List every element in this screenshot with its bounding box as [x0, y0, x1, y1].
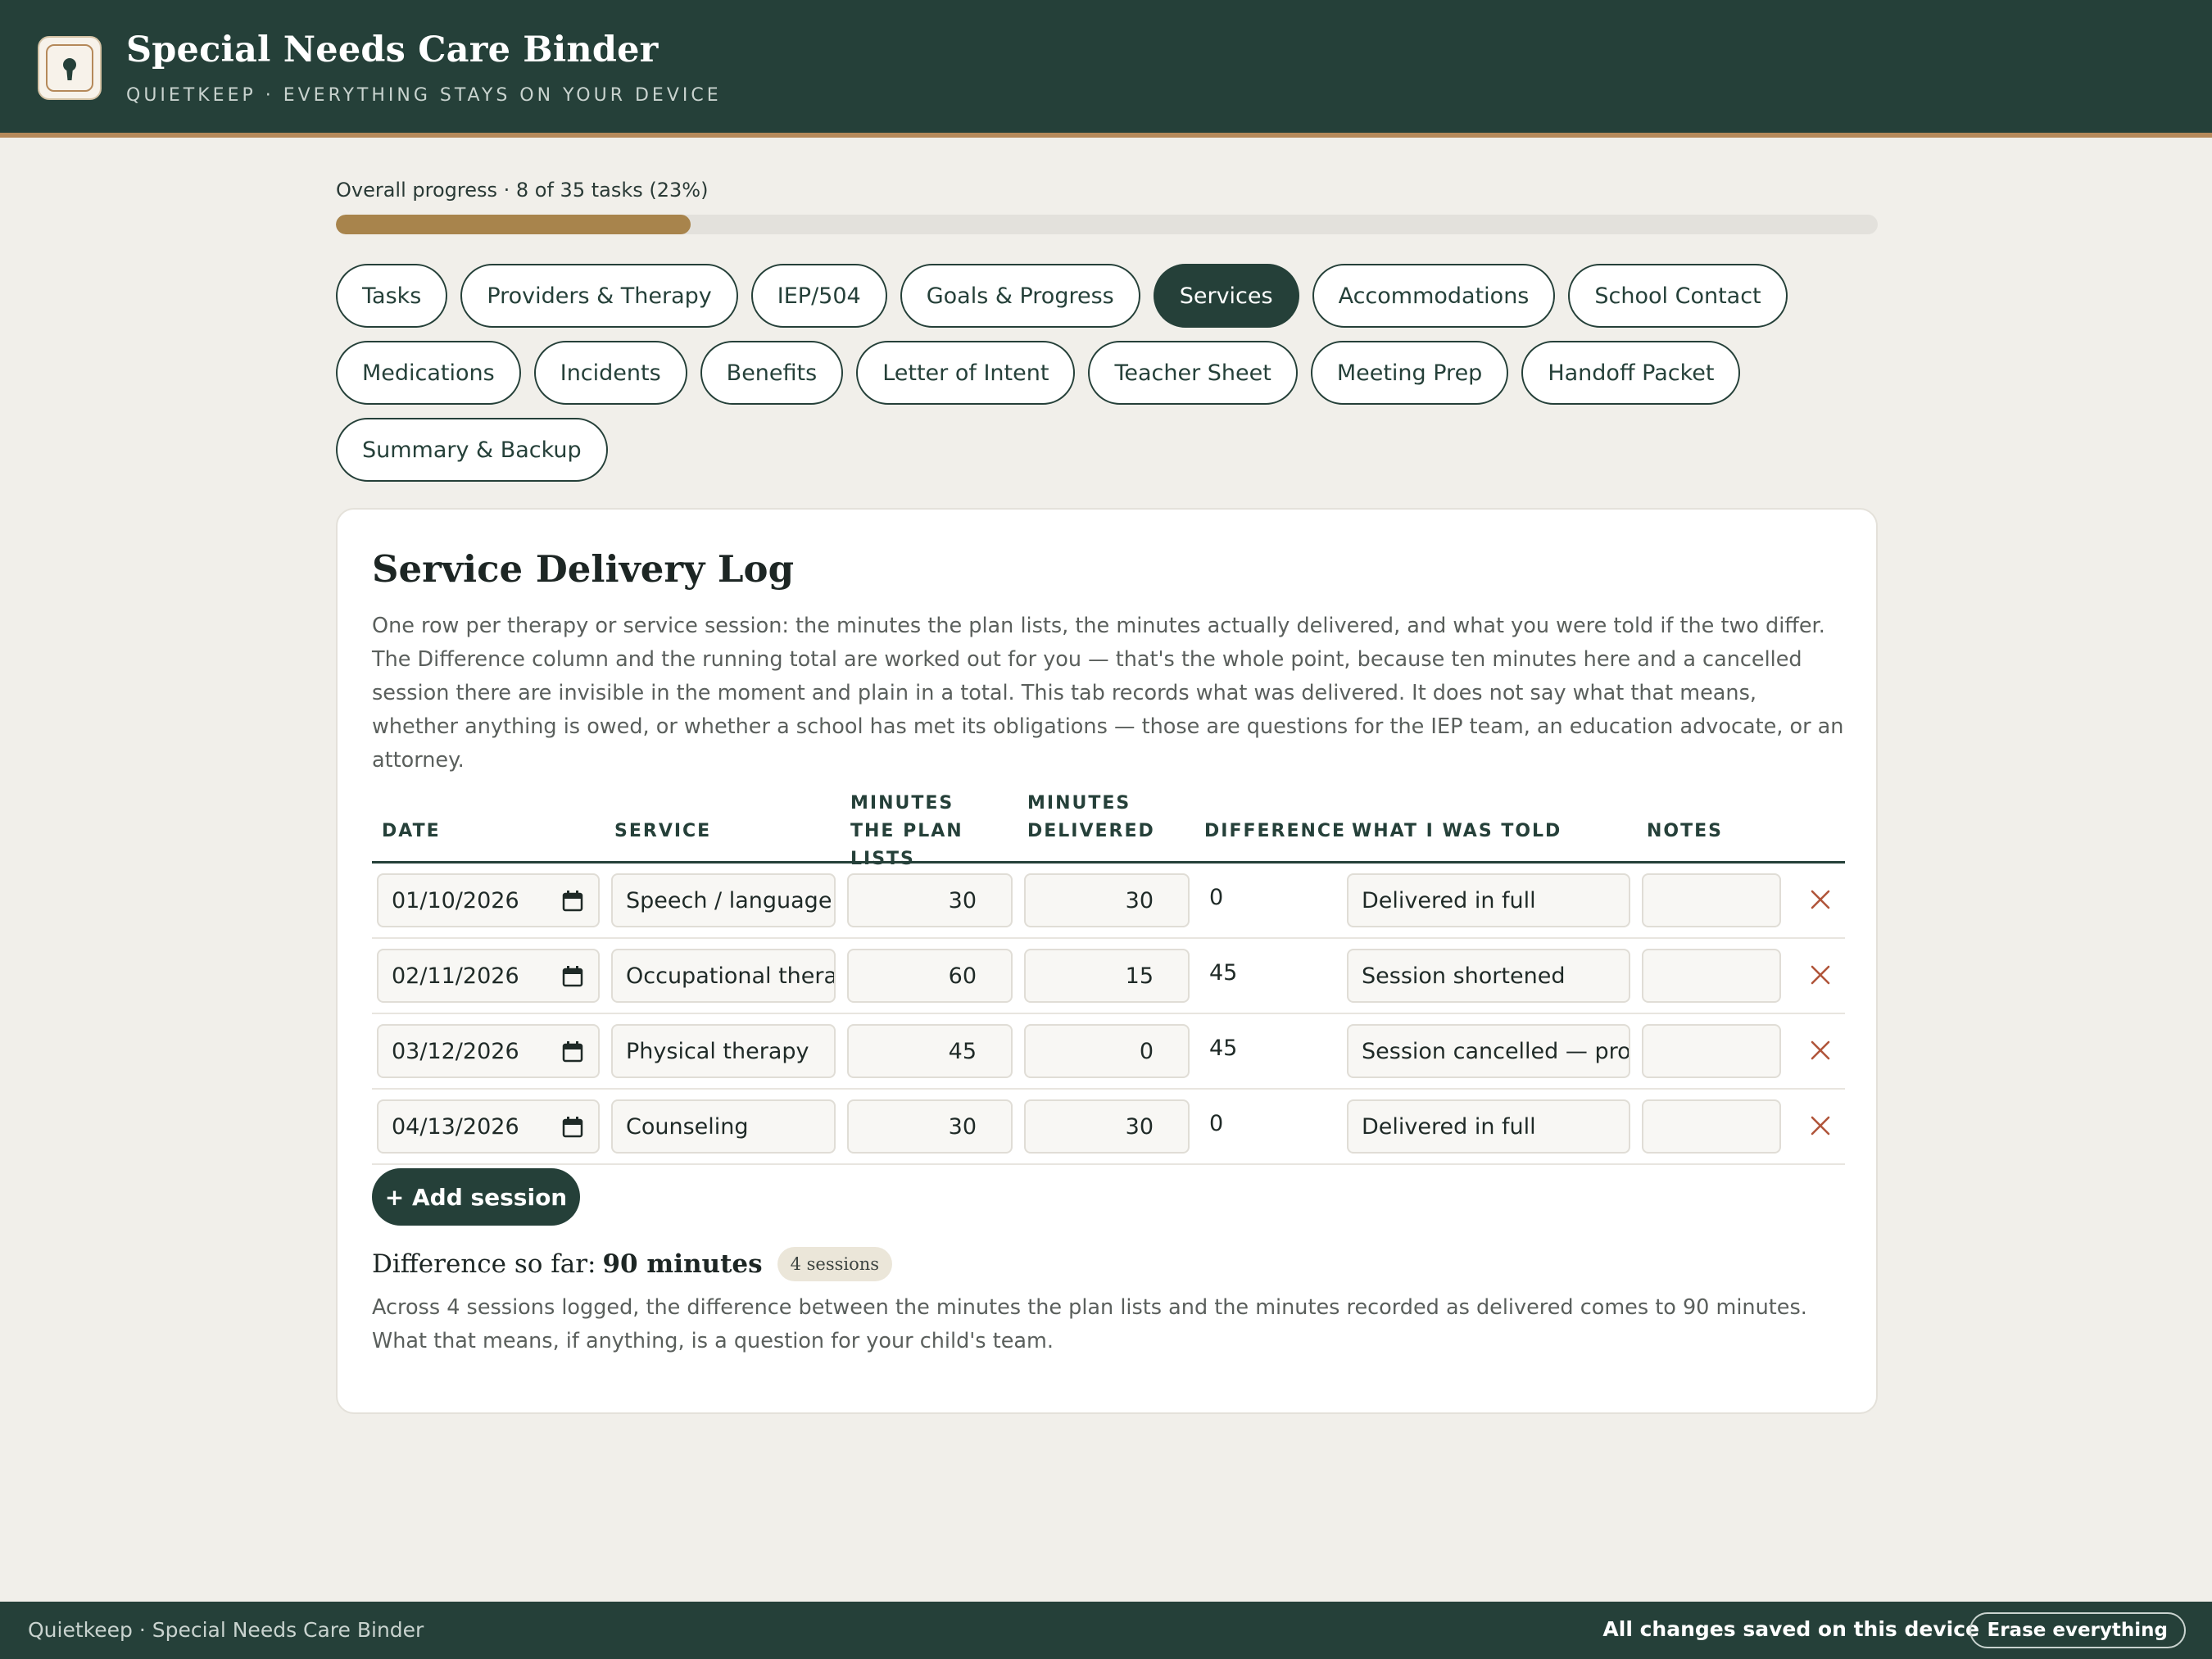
- date-value: 04/13/2026: [392, 1113, 519, 1140]
- add-session-button[interactable]: + Add session: [372, 1168, 580, 1226]
- header-delivered-minutes: Minutes delivered: [1027, 793, 1155, 841]
- notes-input[interactable]: [1642, 949, 1781, 1003]
- difference-total-description: Across 4 sessions logged, the difference…: [372, 1295, 1807, 1353]
- calendar-icon[interactable]: [562, 1116, 583, 1139]
- date-input[interactable]: 04/13/2026: [377, 1099, 600, 1154]
- tab-incidents[interactable]: Incidents: [533, 341, 687, 405]
- progress-bar-fill: [336, 215, 691, 234]
- table-row: 01/10/2026 Speech / language 30 30 0 Del…: [372, 863, 1845, 939]
- difference-value: 45: [1209, 1036, 1238, 1061]
- date-value: 03/12/2026: [392, 1038, 519, 1064]
- progress-bar: [336, 215, 1878, 234]
- section-description: One row per therapy or service session: …: [372, 614, 1844, 773]
- date-value: 02/11/2026: [392, 963, 519, 989]
- delete-row-button[interactable]: [1804, 959, 1837, 991]
- difference-value: 45: [1209, 960, 1238, 986]
- app-footer: Quietkeep · Special Needs Care Binder Al…: [0, 1602, 2212, 1659]
- close-icon: [1811, 1116, 1830, 1135]
- service-log-card: Service Delivery Log One row per therapy…: [336, 508, 1878, 1414]
- app-title: Special Needs Care Binder: [126, 29, 659, 70]
- table-row: 04/13/2026 Counseling 30 30 0 Delivered …: [372, 1090, 1845, 1165]
- delivered-minutes-input[interactable]: 30: [1024, 1099, 1190, 1154]
- tab-school-contact[interactable]: School Contact: [1568, 264, 1788, 328]
- header-notes: Notes: [1647, 821, 1723, 841]
- tab-bar: Tasks Providers & Therapy IEP/504 Goals …: [336, 264, 1892, 482]
- difference-value: 0: [1209, 885, 1224, 910]
- close-icon: [1811, 965, 1830, 985]
- date-input[interactable]: 03/12/2026: [377, 1024, 600, 1078]
- progress-label: Overall progress · 8 of 35 tasks (23%): [336, 179, 709, 202]
- tab-tasks[interactable]: Tasks: [336, 264, 448, 328]
- service-input[interactable]: Physical therapy: [611, 1024, 836, 1078]
- plan-minutes-input[interactable]: 45: [847, 1024, 1013, 1078]
- delivered-minutes-input[interactable]: 0: [1024, 1024, 1190, 1078]
- delete-row-button[interactable]: [1804, 883, 1837, 916]
- service-input[interactable]: Speech / language: [611, 873, 836, 927]
- delete-row-button[interactable]: [1804, 1034, 1837, 1067]
- sessions-badge: 4 sessions: [777, 1247, 893, 1281]
- notes-input[interactable]: [1642, 873, 1781, 927]
- tab-medications[interactable]: Medications: [336, 341, 521, 405]
- calendar-icon[interactable]: [562, 965, 583, 988]
- plan-minutes-input[interactable]: 30: [847, 873, 1013, 927]
- erase-everything-button[interactable]: Erase everything: [1969, 1612, 2186, 1648]
- header-difference: Difference: [1204, 821, 1347, 841]
- plan-minutes-input[interactable]: 60: [847, 949, 1013, 1003]
- tab-letter-of-intent[interactable]: Letter of Intent: [856, 341, 1076, 405]
- header-date: Date: [382, 821, 441, 841]
- close-icon: [1811, 890, 1830, 909]
- header-service: Service: [614, 821, 712, 841]
- notes-input[interactable]: [1642, 1024, 1781, 1078]
- tab-iep-504[interactable]: IEP/504: [750, 264, 887, 328]
- what-told-input[interactable]: Session shortened: [1347, 949, 1630, 1003]
- tab-meeting-prep[interactable]: Meeting Prep: [1310, 341, 1509, 405]
- calendar-icon[interactable]: [562, 890, 583, 913]
- calendar-icon[interactable]: [562, 1040, 583, 1063]
- date-input[interactable]: 02/11/2026: [377, 949, 600, 1003]
- save-status: All changes saved on this device: [1602, 1617, 1979, 1641]
- plan-minutes-input[interactable]: 30: [847, 1099, 1013, 1154]
- service-input[interactable]: Occupational therapy: [611, 949, 836, 1003]
- date-input[interactable]: 01/10/2026: [377, 873, 600, 927]
- what-told-input[interactable]: Delivered in full: [1347, 873, 1630, 927]
- tab-benefits[interactable]: Benefits: [700, 341, 844, 405]
- difference-total-value: 90 minutes: [602, 1249, 763, 1279]
- difference-total-label: Difference so far:: [372, 1249, 596, 1279]
- tab-providers-therapy[interactable]: Providers & Therapy: [460, 264, 738, 328]
- tab-services[interactable]: Services: [1153, 264, 1299, 328]
- table-row: 03/12/2026 Physical therapy 45 0 45 Sess…: [372, 1014, 1845, 1090]
- tab-goals-progress[interactable]: Goals & Progress: [900, 264, 1140, 328]
- app-logo: [38, 36, 102, 100]
- table-row: 02/11/2026 Occupational therapy 60 15 45…: [372, 939, 1845, 1014]
- tab-accommodations[interactable]: Accommodations: [1312, 264, 1556, 328]
- header-plan-minutes: Minutes the plan lists: [850, 793, 963, 869]
- app-header: Special Needs Care Binder Quietkeep · Ev…: [0, 0, 2212, 138]
- service-input[interactable]: Counseling: [611, 1099, 836, 1154]
- notes-input[interactable]: [1642, 1099, 1781, 1154]
- footer-app-name: Quietkeep · Special Needs Care Binder: [28, 1618, 424, 1642]
- section-title: Service Delivery Log: [372, 547, 795, 591]
- difference-total: Difference so far: 90 minutes 4 sessions: [372, 1247, 893, 1281]
- header-what-told: What I was told: [1352, 821, 1562, 841]
- tab-summary-backup[interactable]: Summary & Backup: [336, 418, 608, 482]
- tab-handoff-packet[interactable]: Handoff Packet: [1521, 341, 1741, 405]
- delivered-minutes-input[interactable]: 30: [1024, 873, 1190, 927]
- what-told-input[interactable]: Delivered in full: [1347, 1099, 1630, 1154]
- app-subtitle: Quietkeep · Everything stays on your dev…: [126, 85, 722, 106]
- table-header: Date Service Minutes the plan lists Minu…: [372, 777, 1845, 869]
- delete-row-button[interactable]: [1804, 1109, 1837, 1142]
- date-value: 01/10/2026: [392, 887, 519, 913]
- tab-teacher-sheet[interactable]: Teacher Sheet: [1088, 341, 1298, 405]
- keyhole-icon: [63, 58, 76, 80]
- close-icon: [1811, 1040, 1830, 1060]
- difference-value: 0: [1209, 1111, 1224, 1136]
- what-told-input[interactable]: Session cancelled — provider: [1347, 1024, 1630, 1078]
- delivered-minutes-input[interactable]: 15: [1024, 949, 1190, 1003]
